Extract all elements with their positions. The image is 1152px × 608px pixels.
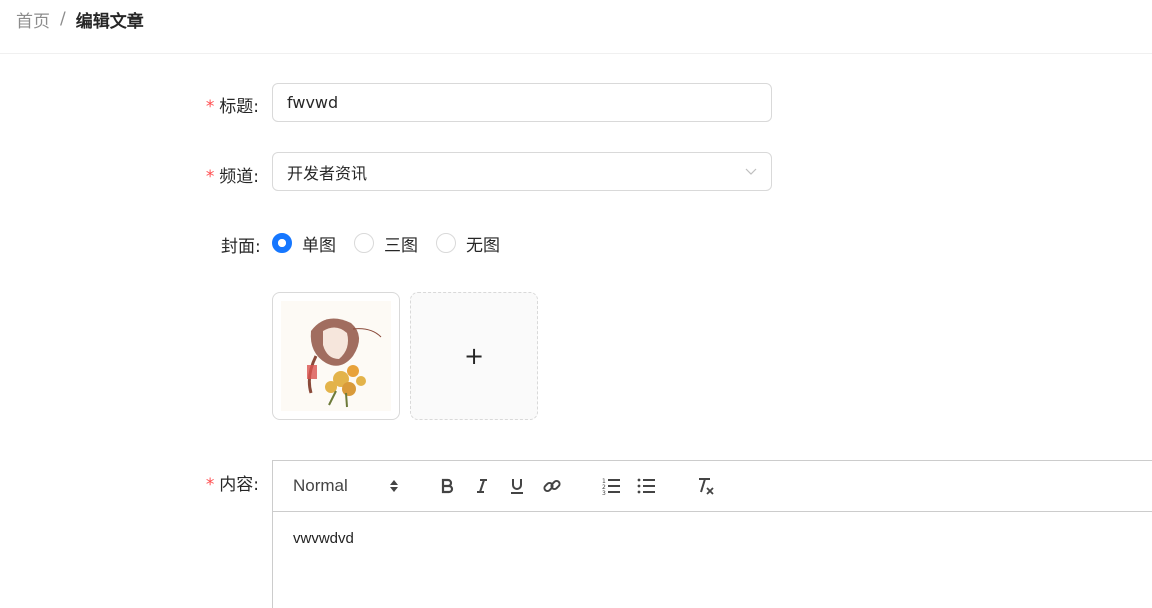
radio-unchecked[interactable] — [354, 233, 374, 253]
bold-button[interactable] — [433, 472, 461, 500]
channel-select[interactable]: 开发者资讯 — [272, 152, 772, 191]
title-input[interactable]: fwvwd — [272, 83, 772, 122]
radio-unchecked[interactable] — [436, 233, 456, 253]
breadcrumb-current: 编辑文章 — [75, 11, 144, 32]
cover-image — [281, 301, 391, 411]
underline-icon — [511, 479, 523, 494]
bullet-list-button[interactable] — [632, 472, 660, 500]
header-divider — [0, 53, 1152, 54]
cover-option-label: 三图 — [384, 235, 418, 256]
header-picker[interactable]: Normal — [293, 476, 399, 496]
cover-option-single[interactable]: 单图 — [272, 231, 336, 256]
clear-format-icon — [699, 478, 714, 495]
title-input-value: fwvwd — [287, 93, 339, 112]
cover-option-three[interactable]: 三图 — [354, 231, 418, 256]
bold-icon — [441, 478, 454, 494]
ordered-list-button[interactable]: 123 — [597, 472, 625, 500]
radio-checked[interactable] — [272, 233, 292, 253]
cover-option-label: 无图 — [466, 235, 500, 256]
required-mark: * — [205, 97, 216, 117]
underline-button[interactable] — [503, 472, 531, 500]
editor-text: vwvwdvd — [293, 530, 354, 547]
plus-icon: + — [463, 342, 485, 370]
cover-option-none[interactable]: 无图 — [436, 231, 500, 256]
title-label: * 标题: — [205, 97, 259, 117]
up-down-arrows-icon — [390, 480, 398, 492]
breadcrumb-separator: / — [60, 9, 66, 29]
breadcrumb-home[interactable]: 首页 — [16, 7, 50, 32]
channel-select-value: 开发者资讯 — [287, 163, 368, 183]
link-icon — [543, 479, 561, 493]
italic-icon — [477, 479, 487, 493]
clear-format-button[interactable] — [691, 472, 719, 500]
upload-add-button[interactable]: + — [410, 292, 538, 420]
editor-content[interactable]: vwvwdvd — [273, 512, 1152, 565]
cover-option-label: 单图 — [302, 235, 336, 256]
editor-toolbar: Normal 123 — [273, 461, 1152, 512]
required-mark: * — [205, 167, 216, 187]
bullet-list-icon — [637, 478, 655, 494]
rich-text-editor: Normal 123 vwvwdvd — [272, 460, 1152, 608]
header-picker-value: Normal — [293, 476, 348, 495]
channel-label: * 频道: — [205, 167, 259, 187]
cover-radio-group: 单图 三图 无图 — [272, 231, 518, 256]
link-button[interactable] — [538, 472, 566, 500]
content-label: * 内容: — [205, 475, 259, 495]
cover-label: 封面: — [221, 237, 261, 257]
cover-image-thumbnail[interactable] — [272, 292, 400, 420]
required-mark: * — [205, 475, 216, 495]
svg-text:3: 3 — [602, 490, 606, 496]
breadcrumb: 首页 / 编辑文章 — [16, 7, 144, 32]
ordered-list-icon: 123 — [602, 478, 620, 496]
chevron-down-icon — [745, 168, 757, 175]
italic-button[interactable] — [468, 472, 496, 500]
